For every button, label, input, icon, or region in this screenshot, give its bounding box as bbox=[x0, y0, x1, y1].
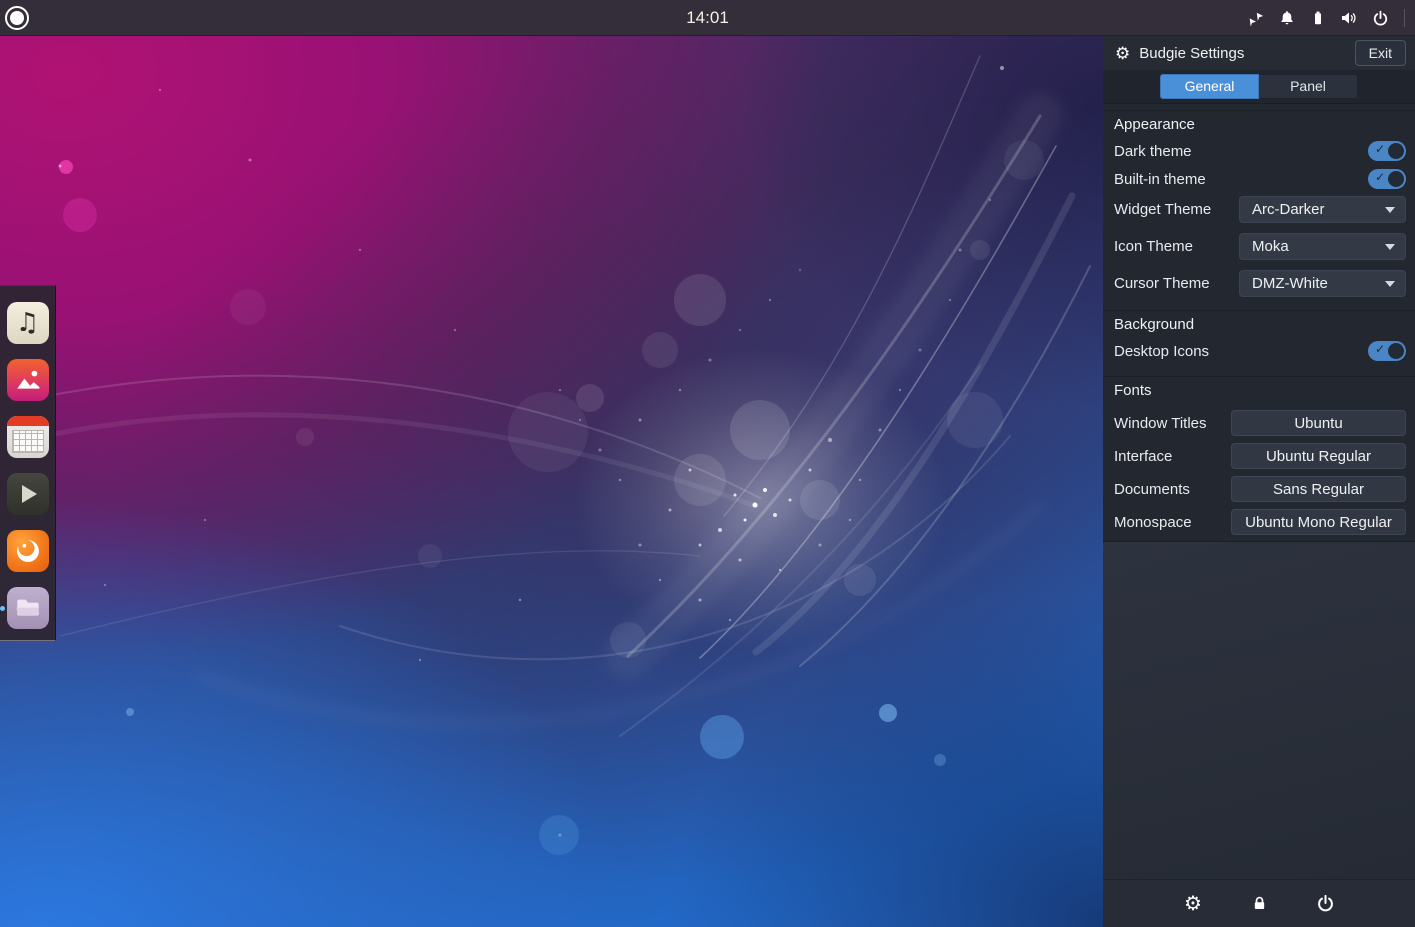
documents-font-button[interactable]: Sans Regular bbox=[1231, 476, 1406, 502]
check-icon: ✓ bbox=[1375, 342, 1385, 356]
monospace-row: Monospace Ubuntu Mono Regular bbox=[1103, 509, 1415, 535]
settings-gear-icon: ⚙ bbox=[1115, 45, 1130, 62]
chevron-down-icon bbox=[1385, 244, 1395, 250]
budgie-menu-icon[interactable] bbox=[5, 6, 29, 30]
cursor-theme-value: DMZ-White bbox=[1252, 275, 1385, 292]
toggle-knob bbox=[1388, 171, 1404, 187]
check-icon: ✓ bbox=[1375, 170, 1385, 184]
notifications-bell-icon[interactable] bbox=[1278, 9, 1296, 27]
settings-button[interactable]: ⚙ bbox=[1181, 892, 1205, 916]
window-titles-label: Window Titles bbox=[1114, 415, 1231, 432]
icon-theme-dropdown[interactable]: Moka bbox=[1239, 233, 1406, 260]
chevron-down-icon bbox=[1385, 281, 1395, 287]
icon-theme-value: Moka bbox=[1252, 238, 1385, 255]
settings-title: Budgie Settings bbox=[1139, 45, 1345, 62]
firefox-app-icon[interactable] bbox=[7, 530, 49, 572]
tab-panel[interactable]: Panel bbox=[1259, 74, 1358, 99]
section-appearance: Appearance bbox=[1103, 110, 1415, 137]
widget-theme-value: Arc-Darker bbox=[1252, 201, 1385, 218]
monospace-font-button[interactable]: Ubuntu Mono Regular bbox=[1231, 509, 1406, 535]
budgie-settings-panel: ⚙ Budgie Settings Exit General Panel App… bbox=[1103, 36, 1415, 927]
calendar-app-icon[interactable] bbox=[7, 416, 49, 458]
wallpaper-swirl-art bbox=[0, 36, 1103, 927]
desktop-icons-row: Desktop Icons ✓ bbox=[1103, 337, 1415, 365]
exit-button[interactable]: Exit bbox=[1355, 40, 1406, 66]
music-note-icon: ♫ bbox=[16, 308, 39, 338]
check-icon: ✓ bbox=[1375, 142, 1385, 156]
power-button[interactable] bbox=[1313, 892, 1337, 916]
tray-separator bbox=[1404, 9, 1405, 27]
settings-header: ⚙ Budgie Settings Exit bbox=[1103, 36, 1415, 70]
running-app-indicator bbox=[0, 606, 5, 611]
battery-icon[interactable] bbox=[1309, 9, 1327, 27]
cursor-theme-label: Cursor Theme bbox=[1114, 275, 1239, 292]
power-icon[interactable] bbox=[1371, 9, 1389, 27]
documents-label: Documents bbox=[1114, 481, 1231, 498]
documents-row: Documents Sans Regular bbox=[1103, 476, 1415, 502]
window-titles-font-button[interactable]: Ubuntu bbox=[1231, 410, 1406, 436]
icon-theme-label: Icon Theme bbox=[1114, 238, 1239, 255]
interface-label: Interface bbox=[1114, 448, 1231, 465]
section-fonts: Fonts bbox=[1103, 376, 1415, 403]
dark-theme-label: Dark theme bbox=[1114, 143, 1368, 160]
settings-empty-area bbox=[1103, 541, 1415, 879]
volume-icon[interactable] bbox=[1340, 9, 1358, 27]
desktop-icons-label: Desktop Icons bbox=[1114, 343, 1368, 360]
dark-theme-toggle[interactable]: ✓ bbox=[1368, 141, 1406, 161]
window-titles-row: Window Titles Ubuntu bbox=[1103, 410, 1415, 436]
top-panel: 14:01 bbox=[0, 0, 1415, 36]
system-tray bbox=[1247, 0, 1415, 36]
music-app-icon[interactable]: ♫ bbox=[7, 302, 49, 344]
gear-icon: ⚙ bbox=[1184, 894, 1202, 914]
builtin-theme-toggle[interactable]: ✓ bbox=[1368, 169, 1406, 189]
icon-theme-row: Icon Theme Moka bbox=[1103, 233, 1415, 260]
toggle-knob bbox=[1388, 143, 1404, 159]
calendar-header-strip bbox=[7, 416, 49, 426]
clock[interactable]: 14:01 bbox=[686, 0, 729, 36]
desktop-wallpaper bbox=[0, 36, 1103, 927]
section-background: Background bbox=[1103, 310, 1415, 337]
widget-theme-row: Widget Theme Arc-Darker bbox=[1103, 196, 1415, 223]
dark-theme-row: Dark theme ✓ bbox=[1103, 137, 1415, 165]
builtin-theme-label: Built-in theme bbox=[1114, 171, 1368, 188]
builtin-theme-row: Built-in theme ✓ bbox=[1103, 165, 1415, 193]
folder-icon bbox=[12, 592, 44, 624]
chevron-down-icon bbox=[1385, 207, 1395, 213]
dock: ♫ bbox=[0, 285, 56, 641]
files-app-icon[interactable] bbox=[7, 587, 49, 629]
firefox-fox-icon bbox=[11, 534, 45, 568]
video-player-app-icon[interactable] bbox=[7, 473, 49, 515]
desktop-icons-toggle[interactable]: ✓ bbox=[1368, 341, 1406, 361]
cursor-theme-row: Cursor Theme DMZ-White bbox=[1103, 270, 1415, 297]
tab-general[interactable]: General bbox=[1160, 74, 1259, 99]
toggle-knob bbox=[1388, 343, 1404, 359]
interface-row: Interface Ubuntu Regular bbox=[1103, 443, 1415, 469]
calendar-grid-icon bbox=[12, 430, 44, 453]
settings-tabs: General Panel bbox=[1103, 70, 1415, 104]
interface-font-button[interactable]: Ubuntu Regular bbox=[1231, 443, 1406, 469]
widget-theme-label: Widget Theme bbox=[1114, 201, 1239, 218]
lock-icon bbox=[1251, 895, 1268, 912]
lock-button[interactable] bbox=[1247, 892, 1271, 916]
power-icon bbox=[1316, 894, 1335, 913]
cursor-theme-dropdown[interactable]: DMZ-White bbox=[1239, 270, 1406, 297]
monospace-label: Monospace bbox=[1114, 514, 1231, 531]
photo-mountain-icon bbox=[13, 365, 43, 395]
desktop: ♫ 14:01 bbox=[0, 0, 1415, 927]
play-icon bbox=[22, 485, 37, 503]
settings-footer: ⚙ bbox=[1103, 879, 1415, 927]
widget-theme-dropdown[interactable]: Arc-Darker bbox=[1239, 196, 1406, 223]
photos-app-icon[interactable] bbox=[7, 359, 49, 401]
transfer-arrows-icon[interactable] bbox=[1247, 9, 1265, 27]
